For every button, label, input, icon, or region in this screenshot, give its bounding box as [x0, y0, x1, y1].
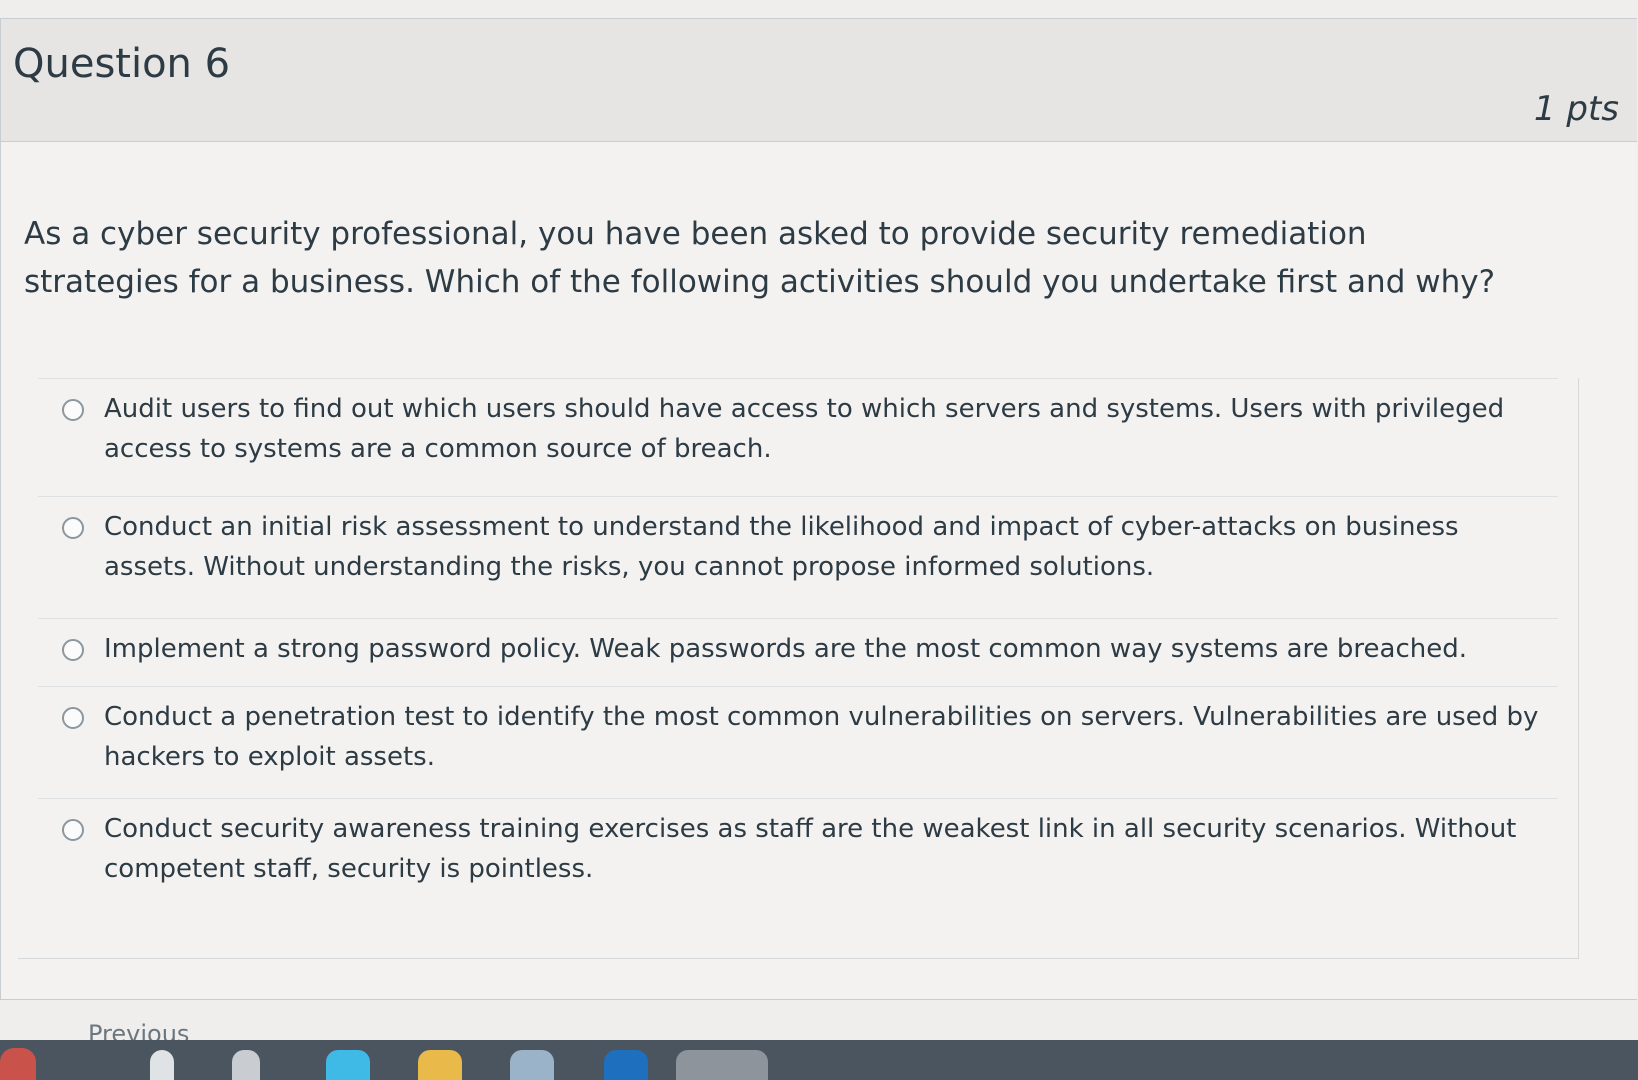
radio-button[interactable] — [62, 819, 84, 841]
os-taskbar — [0, 1040, 1638, 1080]
answer-option[interactable]: Conduct security awareness training exer… — [38, 798, 1558, 889]
question-header: Question 6 1 pts — [1, 19, 1637, 142]
store-icon[interactable] — [510, 1050, 554, 1080]
mail-icon[interactable] — [604, 1050, 648, 1080]
question-title: Question 6 — [13, 41, 231, 87]
answer-label: Implement a strong password policy. Weak… — [104, 634, 1467, 664]
answer-option[interactable]: Implement a strong password policy. Weak… — [38, 618, 1558, 669]
answer-label: Audit users to find out which users shou… — [104, 394, 1505, 464]
question-text: As a cyber security professional, you ha… — [24, 216, 1496, 300]
radio-button[interactable] — [62, 639, 84, 661]
start-icon[interactable] — [0, 1048, 36, 1080]
answer-label: Conduct a penetration test to identify t… — [104, 702, 1539, 772]
task-view-icon[interactable] — [232, 1050, 260, 1080]
radio-button[interactable] — [62, 707, 84, 729]
answer-label: Conduct security awareness training exer… — [104, 814, 1517, 884]
answer-option[interactable]: Conduct an initial risk assessment to un… — [38, 496, 1558, 587]
file-explorer-icon[interactable] — [418, 1050, 462, 1080]
answer-option[interactable]: Audit users to find out which users shou… — [38, 378, 1558, 469]
search-icon[interactable] — [150, 1050, 174, 1080]
edge-browser-icon[interactable] — [326, 1050, 370, 1080]
answers-list: Audit users to find out which users shou… — [18, 378, 1579, 959]
radio-button[interactable] — [62, 517, 84, 539]
answer-option[interactable]: Conduct a penetration test to identify t… — [38, 686, 1558, 777]
answer-label: Conduct an initial risk assessment to un… — [104, 512, 1459, 582]
active-app-icon[interactable] — [676, 1050, 768, 1080]
question-points: 1 pts — [1533, 89, 1619, 129]
radio-button[interactable] — [62, 399, 84, 421]
